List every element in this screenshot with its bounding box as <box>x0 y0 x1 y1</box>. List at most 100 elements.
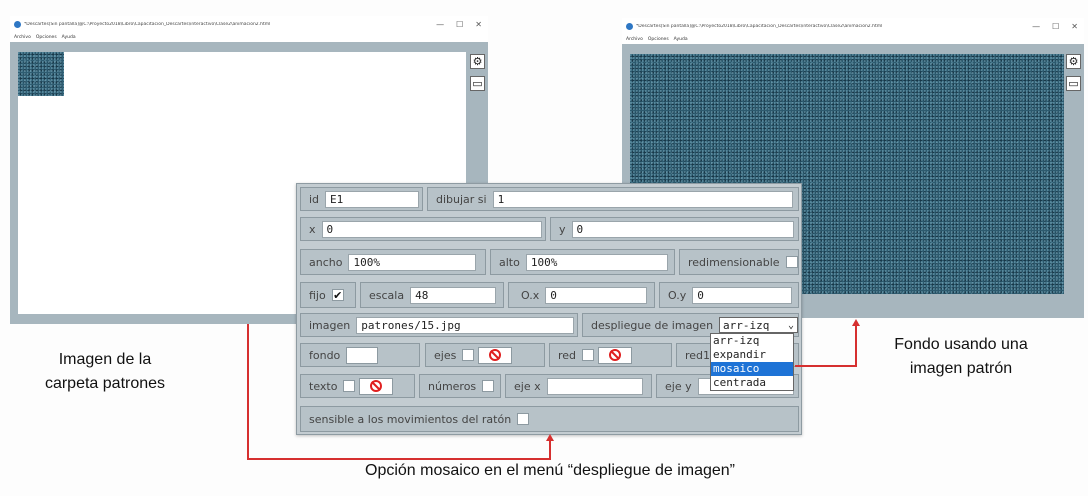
text-checkbox[interactable] <box>343 380 356 392</box>
mouse-sensitive-checkbox[interactable] <box>517 413 530 425</box>
connector-line <box>855 325 857 367</box>
image-cell: imagen patrones/15.jpg <box>300 313 578 337</box>
id-cell: id E1 <box>300 187 423 211</box>
fixed-checkbox[interactable]: ✔ <box>331 289 344 301</box>
resizable-cell: redimensionable <box>679 249 799 275</box>
display-select-value: arr-izq <box>723 318 770 332</box>
width-cell: ancho 100% <box>300 249 486 275</box>
background-label: fondo <box>309 348 341 362</box>
text-color-button[interactable] <box>359 377 394 395</box>
gear-icon: ⚙ <box>472 55 483 68</box>
ox-label: O.x <box>521 288 540 302</box>
draw-if-input[interactable]: 1 <box>492 190 793 208</box>
option-expandir[interactable]: expandir <box>711 348 793 362</box>
grid-label: red <box>558 348 577 362</box>
no-color-icon <box>370 380 383 392</box>
id-input[interactable]: E1 <box>325 190 420 208</box>
panel-toggle-icon[interactable]: ▭ <box>470 76 485 91</box>
close-icon[interactable]: ✕ <box>1071 22 1078 31</box>
minimize-icon[interactable]: — <box>436 20 444 29</box>
no-color-icon <box>489 349 502 361</box>
right-menubar: Archivo Opciones Ayuda <box>622 34 1084 44</box>
connector-line <box>247 458 551 460</box>
menu-ayuda[interactable]: Ayuda <box>674 37 688 42</box>
text-label: texto <box>309 379 338 393</box>
menu-opciones[interactable]: Opciones <box>36 35 57 40</box>
scale-input[interactable]: 48 <box>410 286 497 304</box>
x-axis-input[interactable] <box>546 377 643 395</box>
grid-cell: red <box>549 343 672 367</box>
y-cell: y 0 <box>550 217 799 241</box>
y-label: y <box>559 222 566 236</box>
option-mosaico[interactable]: mosaico <box>711 362 793 376</box>
x-input[interactable]: 0 <box>321 220 542 238</box>
window-icon: ▭ <box>472 77 483 90</box>
pattern-tile-image <box>18 52 64 96</box>
arrow-up-icon <box>852 319 860 326</box>
panel-toggle-icon[interactable]: ▭ <box>1066 76 1081 91</box>
background-color-button[interactable] <box>346 346 379 364</box>
menu-opciones[interactable]: Opciones <box>648 37 669 42</box>
oy-input[interactable]: 0 <box>692 286 793 304</box>
grid-checkbox[interactable] <box>582 349 595 361</box>
text-cell: texto <box>300 374 415 398</box>
resizable-label: redimensionable <box>688 255 780 269</box>
menu-archivo[interactable]: Archivo <box>626 37 643 42</box>
option-centrada[interactable]: centrada <box>711 376 793 390</box>
oy-label: O.y <box>668 288 687 302</box>
maximize-icon[interactable]: ☐ <box>456 20 463 29</box>
axes-color-button[interactable] <box>478 346 513 364</box>
display-label: despliegue de imagen <box>591 318 714 332</box>
minimize-icon[interactable]: — <box>1032 22 1040 31</box>
chevron-down-icon: ⌄ <box>787 319 794 331</box>
mouse-sensitive-cell: sensible a los movimientos del ratón <box>300 406 799 432</box>
fixed-label: fijo <box>309 288 326 302</box>
scale-cell: escala 48 <box>360 282 504 308</box>
width-label: ancho <box>309 255 343 269</box>
gear-icon: ⚙ <box>1068 55 1079 68</box>
settings-gear-icon[interactable]: ⚙ <box>1066 54 1081 69</box>
image-input[interactable]: patrones/15.jpg <box>356 316 575 334</box>
numbers-label: números <box>428 379 477 393</box>
display-options-list[interactable]: arr-izq expandir mosaico centrada <box>710 333 794 391</box>
maximize-icon[interactable]: ☐ <box>1052 22 1059 31</box>
close-icon[interactable]: ✕ <box>475 20 482 29</box>
x-label: x <box>309 222 316 236</box>
scale-label: escala <box>369 288 405 302</box>
menu-archivo[interactable]: Archivo <box>14 35 31 40</box>
stage: *Descartes[Sin pantalla]@C:\Proyecto2018… <box>0 0 1088 496</box>
left-menubar: Archivo Opciones Ayuda <box>10 32 488 42</box>
height-input[interactable]: 100% <box>525 253 668 271</box>
menu-ayuda[interactable]: Ayuda <box>62 35 76 40</box>
width-input[interactable]: 100% <box>348 253 477 271</box>
connector-line <box>549 440 551 460</box>
display-select[interactable]: arr-izq ⌄ <box>719 317 798 333</box>
arrow-up-icon <box>546 434 554 441</box>
right-window-controls: — ☐ ✕ <box>1032 18 1078 34</box>
settings-gear-icon[interactable]: ⚙ <box>470 54 485 69</box>
right-annotation: Fondo usando una imagen patrón <box>894 336 1028 377</box>
oy-cell: O.y 0 <box>659 282 799 308</box>
grid-color-button[interactable] <box>598 346 633 364</box>
left-titlebar: *Descartes[Sin pantalla]@C:\Proyecto2018… <box>10 16 488 32</box>
axes-cell: ejes <box>425 343 545 367</box>
left-annotation: Imagen de la carpeta patrones <box>44 351 166 392</box>
height-label: alto <box>499 255 520 269</box>
draw-if-label: dibujar si <box>436 192 487 206</box>
y-axis-label: eje y <box>665 379 692 393</box>
right-window-title: *Descartes[Sin pantalla]@C:\Proyecto2018… <box>636 23 883 29</box>
bottom-annotation: Opción mosaico en el menú “despliegue de… <box>365 462 735 479</box>
y-input[interactable]: 0 <box>571 220 794 238</box>
ox-cell: O.x 0 <box>508 282 655 308</box>
left-window-title: *Descartes[Sin pantalla]@C:\Proyecto2018… <box>24 21 271 27</box>
axes-label: ejes <box>434 348 457 362</box>
ox-input[interactable]: 0 <box>545 286 648 304</box>
id-label: id <box>309 192 320 206</box>
resizable-checkbox[interactable] <box>785 256 798 268</box>
mouse-sensitive-label: sensible a los movimientos del ratón <box>309 412 512 426</box>
option-arr-izq[interactable]: arr-izq <box>711 334 793 348</box>
numbers-checkbox[interactable] <box>482 380 495 392</box>
axes-checkbox[interactable] <box>462 349 475 361</box>
right-titlebar: *Descartes[Sin pantalla]@C:\Proyecto2018… <box>622 18 1084 34</box>
background-cell: fondo <box>300 343 420 367</box>
